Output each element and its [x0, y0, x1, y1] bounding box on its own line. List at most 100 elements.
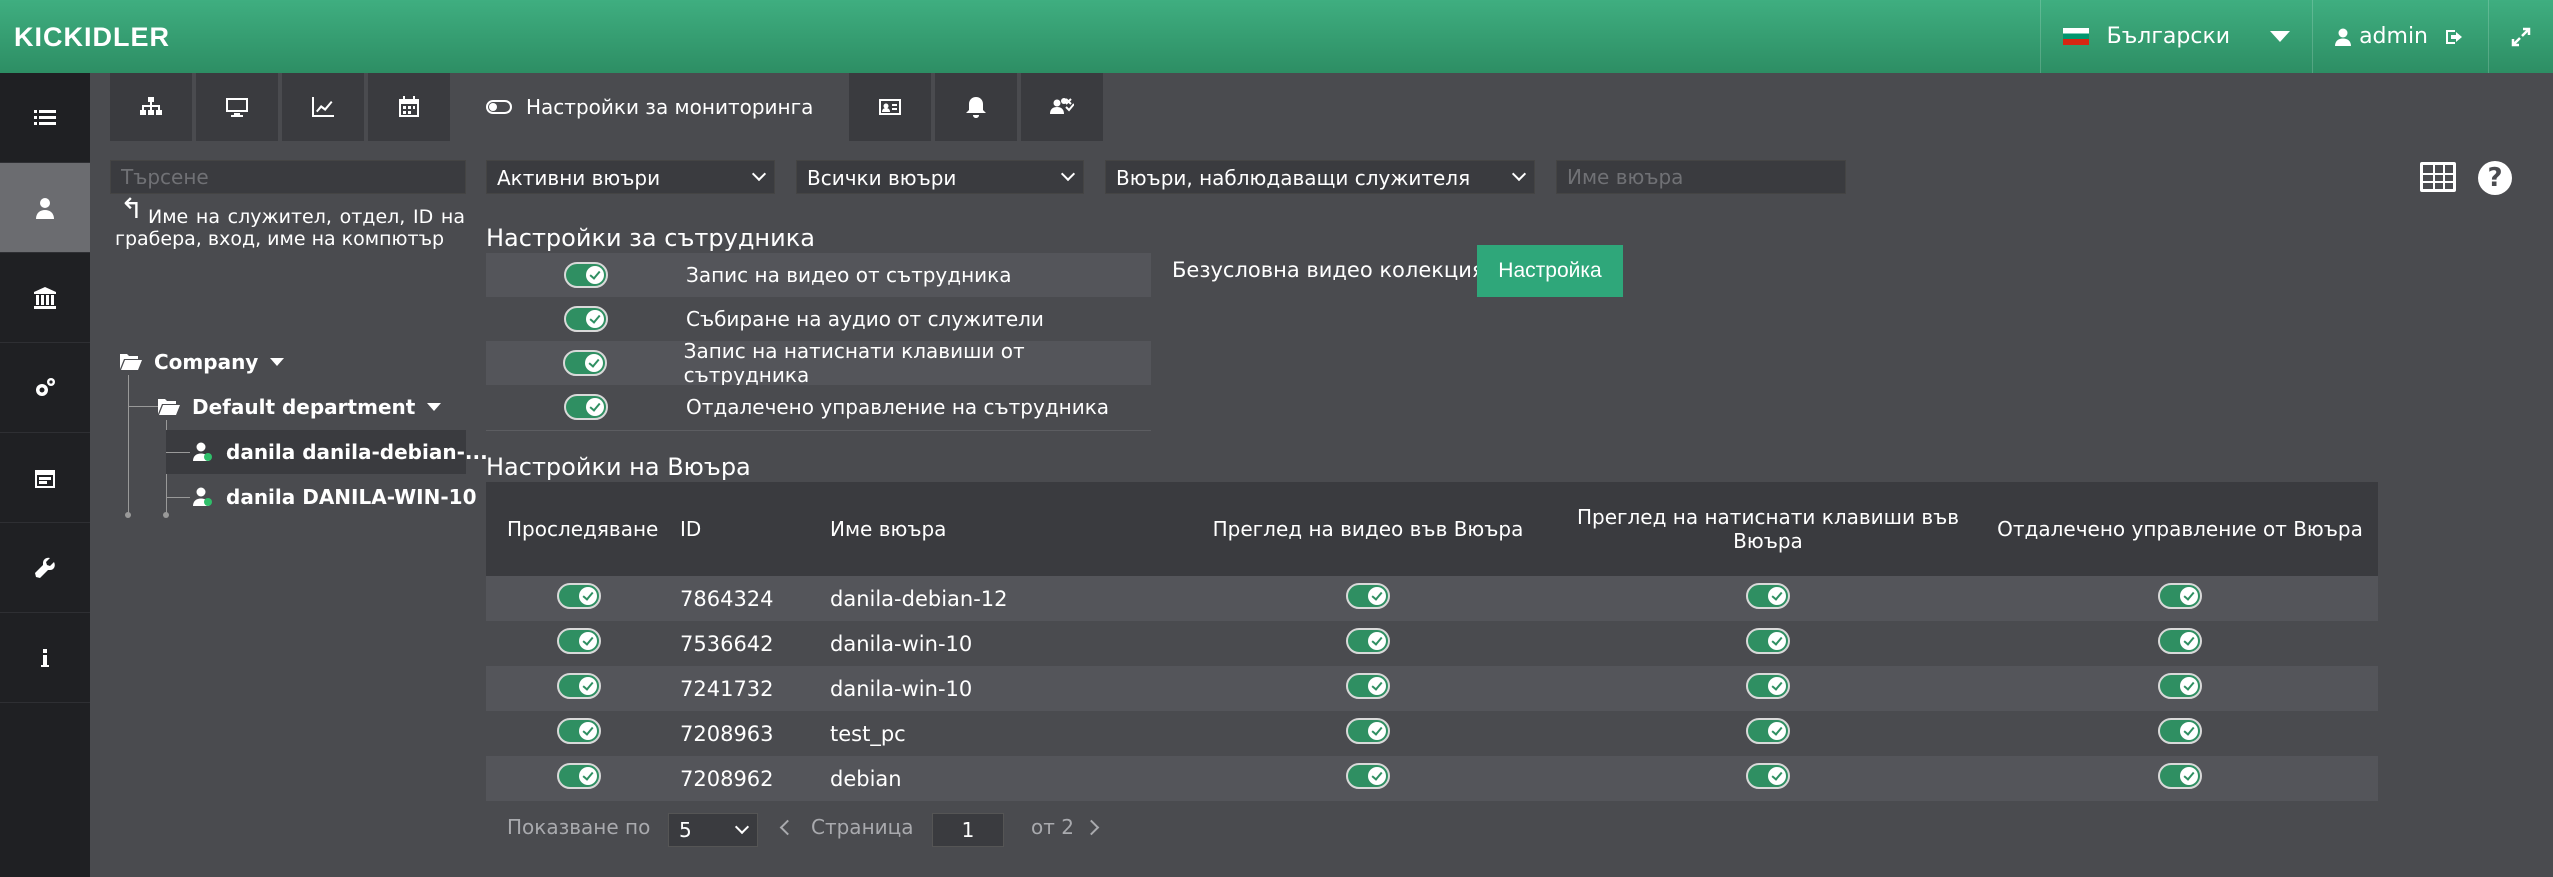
tree-node-employee[interactable]: danila DANILA-WIN-10 [192, 485, 476, 509]
video-view-toggle[interactable] [1346, 763, 1390, 789]
tree-node-employee[interactable]: danila danila-debian-... [192, 440, 488, 464]
tree-line [128, 375, 129, 515]
divider [486, 430, 1151, 431]
tab-structure[interactable] [110, 73, 192, 141]
column-header[interactable]: Преглед на натиснати клавиши във Вюъра [1554, 505, 1982, 553]
video-view-toggle[interactable] [1346, 628, 1390, 654]
video-view-toggle[interactable] [1346, 673, 1390, 699]
chevron-down-icon [2270, 31, 2291, 42]
tracking-toggle[interactable] [557, 673, 601, 699]
tree-node-department[interactable]: Default department [158, 395, 442, 419]
setting-label: Отдалечено управление на сътрудника [686, 395, 1110, 419]
column-header[interactable]: Проследяване [486, 517, 672, 541]
tree-dot [163, 512, 169, 518]
username: admin [2359, 24, 2428, 49]
sidebar-item-reports[interactable] [0, 433, 90, 523]
tracking-toggle[interactable] [557, 718, 601, 744]
keystroke-recording-toggle[interactable] [562, 350, 607, 376]
tracking-toggle[interactable] [557, 763, 601, 789]
viewer-id: 7241732 [680, 676, 774, 701]
table-columns-icon[interactable] [2420, 162, 2456, 192]
tracking-toggle[interactable] [557, 583, 601, 609]
keystroke-view-toggle[interactable] [1746, 583, 1790, 609]
setting-label: Събиране на аудио от служители [686, 307, 1044, 331]
tree-line [166, 452, 190, 453]
setting-label: Запис на видео от сътрудника [686, 263, 1012, 287]
sidebar-item-settings[interactable] [0, 343, 90, 433]
column-header[interactable]: ID [672, 517, 822, 541]
keystroke-view-toggle[interactable] [1746, 763, 1790, 789]
unconditional-video-label: Безусловна видео колекция [1172, 258, 1485, 282]
column-header[interactable]: Отдалечено управление от Вюъра [1982, 517, 2378, 541]
remote-control-toggle[interactable] [564, 394, 608, 420]
keystroke-view-toggle[interactable] [1746, 718, 1790, 744]
user-online-icon [193, 442, 212, 461]
page-input[interactable]: 1 [932, 813, 1004, 847]
table-row: 7864324 danila-debian-12 [486, 576, 2378, 621]
employee-label: danila DANILA-WIN-10 [226, 485, 477, 509]
audio-collection-toggle[interactable] [564, 306, 608, 332]
fullscreen-button[interactable] [2488, 0, 2553, 73]
video-view-toggle[interactable] [1346, 718, 1390, 744]
expand-icon [2511, 27, 2531, 46]
sidebar-item-organization[interactable] [0, 253, 90, 343]
sitemap-icon [140, 97, 162, 115]
search-input[interactable] [110, 160, 466, 194]
column-header[interactable]: Име вюъра [822, 517, 1182, 541]
tab-analytics[interactable] [282, 73, 364, 141]
bulgaria-flag-icon [2062, 28, 2089, 45]
header-right: Български admin [2039, 0, 2553, 73]
calendar-icon [399, 96, 419, 117]
chevron-down-icon [734, 819, 750, 835]
tab-calendar[interactable] [368, 73, 450, 141]
per-page-select[interactable]: 5 [668, 813, 758, 847]
sidebar-item-info[interactable] [0, 613, 90, 703]
active-viewers-select[interactable]: Активни вюъри [486, 160, 775, 194]
setup-button[interactable]: Настройка [1477, 245, 1623, 297]
keystroke-view-toggle[interactable] [1746, 673, 1790, 699]
left-sidebar [0, 73, 90, 877]
search-hint: Име на служител, отдел, ID на грабера, в… [115, 206, 465, 250]
tab-monitoring-settings[interactable]: Настройки за мониторинга [454, 73, 846, 141]
prev-page-icon[interactable] [779, 819, 796, 836]
watching-viewers-select[interactable]: Вюъри, наблюдаващи служителя [1105, 160, 1535, 194]
employee-settings-title: Настройки за сътрудника [486, 224, 815, 252]
user-icon [36, 197, 54, 219]
monitor-icon [226, 98, 248, 117]
tracking-toggle[interactable] [557, 628, 601, 654]
remote-control-toggle[interactable] [2158, 718, 2202, 744]
tree-node-company[interactable]: Company [120, 350, 285, 374]
next-page-icon[interactable] [1083, 819, 1100, 836]
keystroke-view-toggle[interactable] [1746, 628, 1790, 654]
tab-notifications[interactable] [935, 73, 1018, 141]
sidebar-item-list[interactable] [0, 73, 90, 163]
tab-monitor[interactable] [196, 73, 278, 141]
viewer-name-input[interactable] [1556, 160, 1846, 194]
remote-control-toggle[interactable] [2158, 628, 2202, 654]
sidebar-item-tools[interactable] [0, 523, 90, 613]
remote-control-toggle[interactable] [2158, 673, 2202, 699]
video-view-toggle[interactable] [1346, 583, 1390, 609]
table-row: 7241732 danila-win-10 [486, 666, 2378, 711]
all-viewers-select[interactable]: Всички вюъри [796, 160, 1084, 194]
user-menu[interactable]: admin [2312, 0, 2488, 73]
tab-id-cards[interactable] [849, 73, 932, 141]
language-selector[interactable]: Български [2039, 0, 2312, 73]
logout-icon[interactable] [2446, 28, 2466, 46]
remote-control-toggle[interactable] [2158, 763, 2202, 789]
tab-user-groups[interactable] [1021, 73, 1104, 141]
column-header[interactable]: Преглед на видео във Вюъра [1182, 517, 1554, 541]
caret-down-icon [427, 403, 442, 411]
sidebar-item-employees[interactable] [0, 163, 90, 253]
viewer-name: debian [830, 766, 902, 791]
help-icon[interactable]: ? [2478, 161, 2512, 195]
chevron-down-icon [1511, 166, 1527, 182]
folder-open-icon [158, 399, 180, 415]
caret-down-icon [270, 358, 285, 366]
viewer-id: 7208963 [680, 721, 774, 746]
tree-dot [125, 512, 131, 518]
user-icon [2335, 28, 2352, 46]
video-recording-toggle[interactable] [564, 262, 608, 288]
remote-control-toggle[interactable] [2158, 583, 2202, 609]
calendar-icon [35, 469, 55, 488]
